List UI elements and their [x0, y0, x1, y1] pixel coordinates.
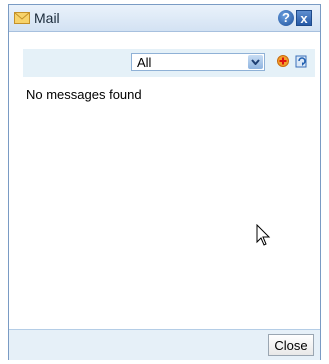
close-button[interactable]: Close — [268, 334, 314, 356]
empty-message-text: No messages found — [26, 87, 142, 102]
title-bar[interactable]: Mail ? x — [9, 5, 320, 32]
envelope-icon — [14, 12, 30, 24]
close-icon: x — [300, 11, 308, 26]
chevron-down-icon — [251, 59, 260, 65]
help-button[interactable]: ? — [278, 10, 294, 26]
mouse-pointer-icon — [256, 224, 271, 246]
filter-bar: All — [23, 49, 315, 77]
window-title: Mail — [34, 10, 60, 26]
close-window-button[interactable]: x — [296, 10, 312, 26]
help-icon: ? — [282, 10, 290, 25]
filter-selected-value: All — [137, 55, 152, 70]
add-icon[interactable] — [277, 55, 289, 67]
refresh-icon[interactable] — [295, 54, 309, 68]
mail-window: Mail ? x All No messages found Close — [8, 4, 321, 360]
message-filter-select[interactable]: All — [131, 53, 265, 71]
dialog-footer: Close — [9, 329, 320, 360]
dropdown-button[interactable] — [248, 55, 263, 69]
